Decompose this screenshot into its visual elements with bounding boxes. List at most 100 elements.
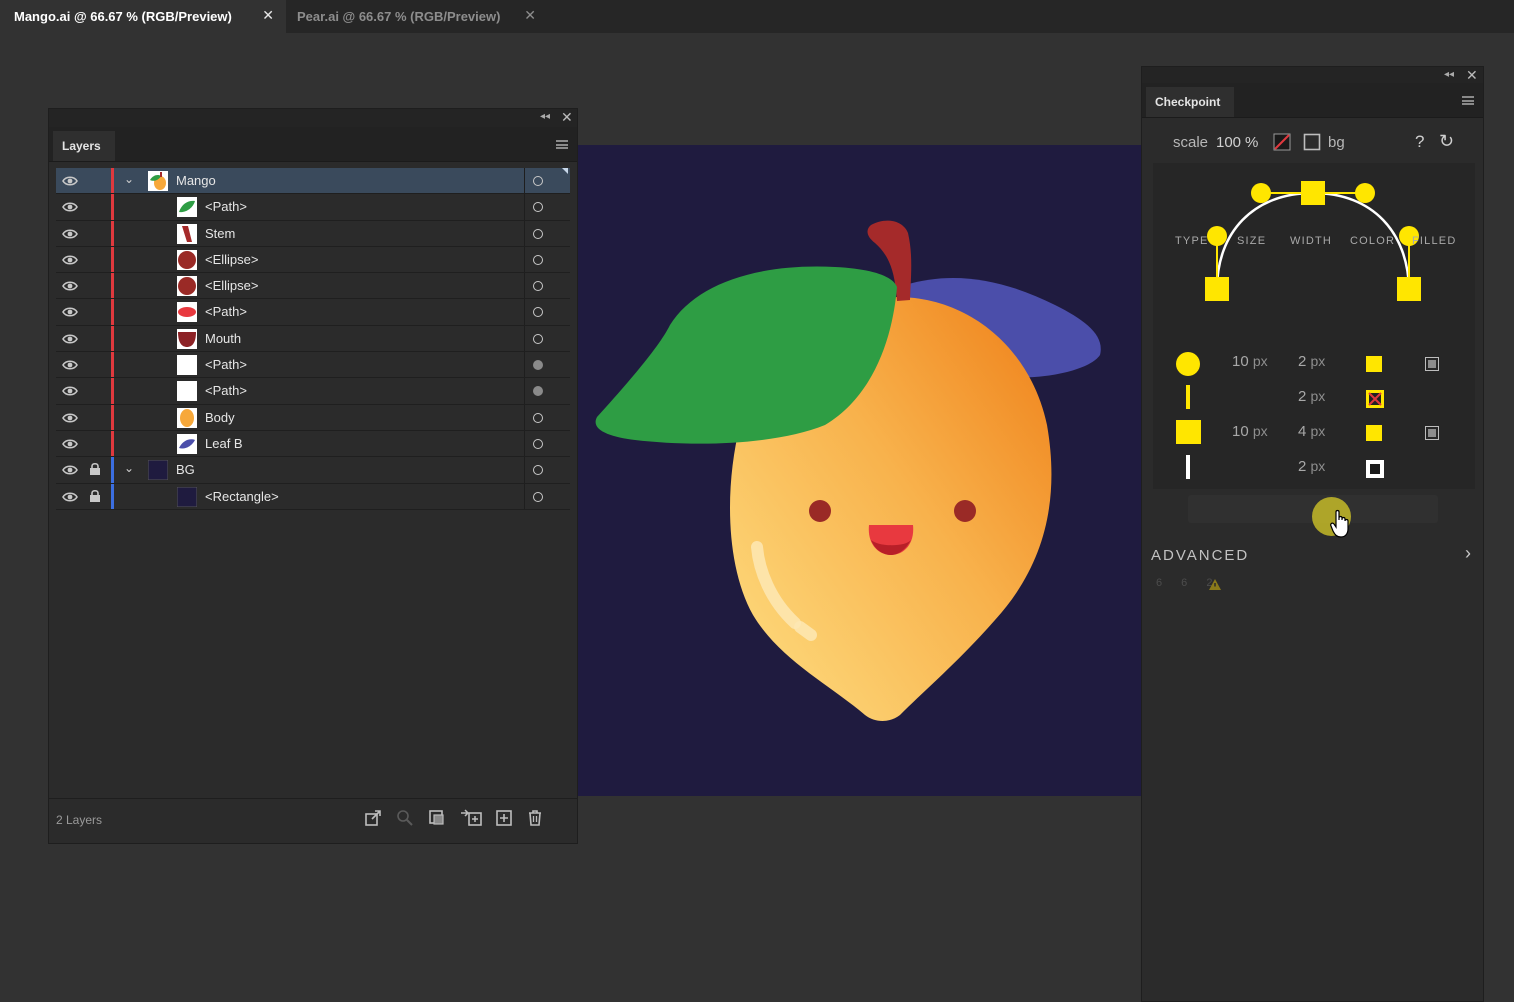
help-icon[interactable]: ?	[1415, 132, 1424, 152]
layer-name[interactable]: Body	[205, 410, 235, 425]
no-color-swatch-icon[interactable]	[1273, 133, 1291, 151]
lock-toggle[interactable]	[89, 173, 101, 187]
layer-row[interactable]: <Ellipse>	[56, 273, 570, 300]
visibility-eye-icon[interactable]	[62, 437, 78, 451]
tab-checkpoint[interactable]: Checkpoint	[1146, 87, 1235, 117]
target-circle-icon[interactable]	[533, 254, 543, 265]
visibility-eye-icon[interactable]	[62, 174, 78, 188]
layer-row[interactable]: <Path>	[56, 194, 570, 221]
visibility-eye-icon[interactable]	[62, 305, 78, 319]
color-swatch-yellow[interactable]	[1366, 425, 1382, 441]
artboard-canvas[interactable]	[575, 145, 1143, 796]
visibility-eye-icon[interactable]	[62, 332, 78, 346]
visibility-eye-icon[interactable]	[62, 227, 78, 241]
scale-value[interactable]: 100	[1216, 134, 1241, 151]
visibility-eye-icon[interactable]	[62, 490, 78, 504]
trash-icon[interactable]	[525, 808, 545, 828]
square-point-type-icon[interactable]	[1176, 420, 1201, 444]
lock-icon[interactable]	[89, 462, 101, 476]
lock-toggle[interactable]	[89, 199, 101, 213]
layer-row[interactable]: Body	[56, 404, 570, 431]
visibility-eye-icon[interactable]	[62, 463, 78, 477]
layer-name[interactable]: Mango	[176, 173, 216, 188]
layer-row[interactable]: Leaf B	[56, 430, 570, 458]
lock-toggle[interactable]	[89, 436, 101, 450]
target-circle-icon[interactable]	[533, 333, 543, 344]
line-handle-type-icon[interactable]	[1186, 385, 1190, 409]
line-path-type-icon[interactable]	[1186, 455, 1190, 479]
refresh-icon[interactable]: ↻	[1439, 131, 1454, 152]
layer-name[interactable]: Mouth	[205, 331, 241, 346]
new-layer-icon[interactable]	[494, 808, 514, 828]
size-value[interactable]: 10 px	[1232, 353, 1268, 370]
layer-name[interactable]: <Ellipse>	[205, 252, 258, 267]
target-circle-icon[interactable]	[533, 176, 543, 186]
visibility-eye-icon[interactable]	[62, 200, 78, 214]
layer-name[interactable]: BG	[176, 462, 195, 477]
tab-close-icon[interactable]: ✕	[524, 7, 536, 24]
target-circle-icon[interactable]	[533, 228, 543, 239]
layer-name[interactable]: <Path>	[205, 357, 247, 372]
lock-toggle[interactable]	[89, 410, 101, 424]
layer-name[interactable]: <Ellipse>	[205, 278, 258, 293]
width-value[interactable]: 4 px	[1298, 423, 1325, 440]
left-eye-shape[interactable]	[809, 500, 831, 522]
width-value[interactable]: 2 px	[1298, 458, 1325, 475]
chevron-down-icon[interactable]: ⌄	[122, 461, 136, 475]
bg-checkbox[interactable]	[1303, 133, 1321, 151]
size-value[interactable]: 10 px	[1232, 423, 1268, 440]
mango-illustration[interactable]	[575, 145, 1143, 796]
layer-row[interactable]: Stem	[56, 220, 570, 247]
layer-row[interactable]: <Rectangle>	[56, 483, 570, 510]
filled-checkbox[interactable]	[1425, 426, 1439, 440]
target-circle-icon[interactable]	[533, 386, 543, 397]
lock-toggle[interactable]	[89, 304, 101, 318]
layer-name[interactable]: <Rectangle>	[205, 489, 279, 504]
target-circle-icon[interactable]	[533, 491, 543, 502]
color-swatch-white[interactable]	[1366, 460, 1384, 478]
visibility-eye-icon[interactable]	[62, 279, 78, 293]
layer-name[interactable]: <Path>	[205, 304, 247, 319]
color-swatch-yellow[interactable]	[1366, 356, 1382, 372]
scale-slider[interactable]	[1188, 495, 1438, 538]
layer-row[interactable]: <Ellipse>	[56, 246, 570, 274]
target-circle-icon[interactable]	[533, 438, 543, 449]
width-value[interactable]: 2 px	[1298, 388, 1325, 405]
layer-row[interactable]: ⌄ Mango	[56, 168, 570, 195]
tab-layers[interactable]: Layers	[53, 131, 115, 161]
chevron-right-icon[interactable]: ›	[1465, 543, 1471, 564]
width-value[interactable]: 2 px	[1298, 353, 1325, 370]
layer-name[interactable]: <Path>	[205, 199, 247, 214]
locate-object-icon[interactable]	[395, 808, 415, 828]
layer-name[interactable]: Leaf B	[205, 436, 243, 451]
visibility-eye-icon[interactable]	[62, 358, 78, 372]
target-circle-icon[interactable]	[533, 465, 543, 476]
layer-row[interactable]: <Path>	[56, 352, 570, 379]
layer-name[interactable]: <Path>	[205, 383, 247, 398]
panel-menu-icon[interactable]	[1462, 96, 1474, 105]
collapse-panel-icon[interactable]: ◂◂	[540, 111, 550, 122]
circle-point-type-icon[interactable]	[1175, 351, 1201, 377]
lock-toggle[interactable]	[89, 252, 101, 266]
make-clipping-mask-icon[interactable]	[427, 808, 447, 828]
collapse-panel-icon[interactable]: ◂◂	[1444, 69, 1454, 80]
target-circle-icon[interactable]	[533, 412, 543, 423]
target-circle-icon[interactable]	[533, 307, 543, 318]
lock-toggle[interactable]	[89, 278, 101, 292]
visibility-eye-icon[interactable]	[62, 384, 78, 398]
visibility-eye-icon[interactable]	[62, 253, 78, 267]
tab-mango-document[interactable]: Mango.ai @ 66.67 % (RGB/Preview) ✕	[0, 0, 286, 33]
layer-row[interactable]: Mouth	[56, 325, 570, 353]
layer-name[interactable]: Stem	[205, 226, 235, 241]
layer-row[interactable]: ⌄ BG	[56, 457, 570, 484]
target-circle-icon[interactable]	[533, 281, 543, 292]
lock-toggle[interactable]	[89, 383, 101, 397]
panel-menu-icon[interactable]	[556, 140, 568, 149]
layer-row[interactable]: <Path>	[56, 378, 570, 405]
chevron-down-icon[interactable]: ⌄	[122, 172, 136, 186]
highlight-dot-shape[interactable]	[794, 621, 817, 641]
tab-close-icon[interactable]: ✕	[262, 7, 274, 24]
close-panel-icon[interactable]: ✕	[561, 109, 573, 126]
filled-checkbox[interactable]	[1425, 357, 1439, 371]
advanced-section-header[interactable]: ADVANCED	[1151, 547, 1249, 564]
